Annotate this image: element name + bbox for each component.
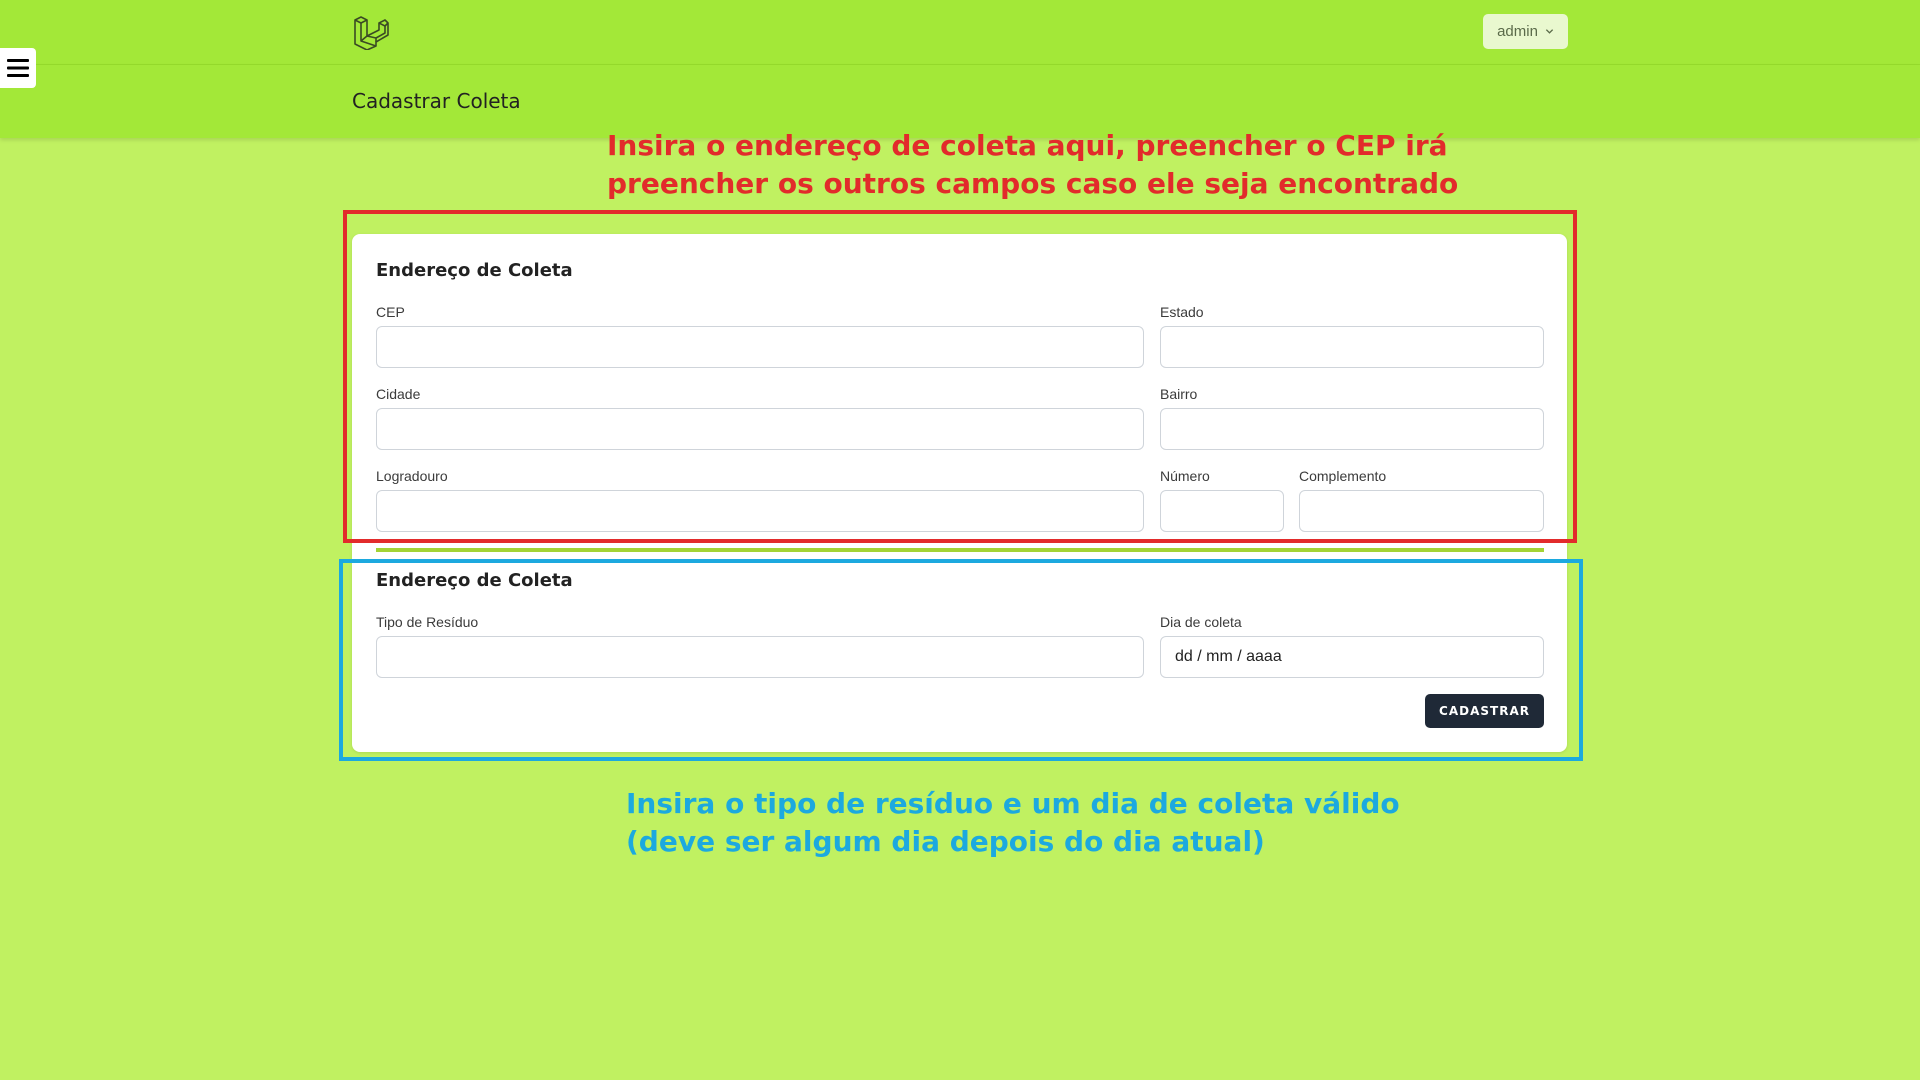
cadastrar-button[interactable]: CADASTRAR bbox=[1425, 694, 1544, 728]
chevron-down-icon bbox=[1545, 29, 1554, 34]
section-divider bbox=[376, 548, 1544, 552]
cep-input[interactable] bbox=[376, 326, 1144, 368]
address-annotation: Insira o endereço de coleta aqui, preenc… bbox=[607, 129, 1459, 200]
estado-label: Estado bbox=[1160, 304, 1204, 320]
complemento-input[interactable] bbox=[1299, 490, 1544, 532]
estado-input[interactable] bbox=[1160, 326, 1544, 368]
cep-label: CEP bbox=[376, 304, 405, 320]
hamburger-menu-icon bbox=[7, 59, 29, 77]
bairro-input[interactable] bbox=[1160, 408, 1544, 450]
address-section-title: Endereço de Coleta bbox=[376, 260, 573, 281]
numero-label: Número bbox=[1160, 468, 1210, 484]
user-menu-button[interactable]: admin bbox=[1483, 14, 1568, 49]
logradouro-input[interactable] bbox=[376, 490, 1144, 532]
laravel-logo-icon[interactable] bbox=[352, 14, 390, 50]
sidebar-toggle-button[interactable] bbox=[0, 48, 36, 88]
collection-form-card: Endereço de Coleta CEP Estado Cidade Bai… bbox=[352, 234, 1567, 752]
logradouro-label: Logradouro bbox=[376, 468, 448, 484]
tipo-residuo-input[interactable] bbox=[376, 636, 1144, 678]
cidade-label: Cidade bbox=[376, 386, 421, 402]
page-title: Cadastrar Coleta bbox=[352, 89, 521, 113]
cidade-input[interactable] bbox=[376, 408, 1144, 450]
residue-annotation: Insira o tipo de resíduo e um dia de col… bbox=[626, 787, 1400, 858]
complemento-label: Complemento bbox=[1299, 468, 1387, 484]
numero-input[interactable] bbox=[1160, 490, 1284, 532]
bairro-label: Bairro bbox=[1160, 386, 1198, 402]
collection-section-title: Endereço de Coleta bbox=[376, 570, 573, 591]
dia-coleta-date-input[interactable] bbox=[1160, 636, 1544, 678]
tipo-residuo-label: Tipo de Resíduo bbox=[376, 614, 479, 630]
user-menu-label: admin bbox=[1497, 23, 1538, 40]
top-navigation: admin bbox=[0, 0, 1920, 65]
dia-coleta-label: Dia de coleta bbox=[1160, 614, 1242, 630]
